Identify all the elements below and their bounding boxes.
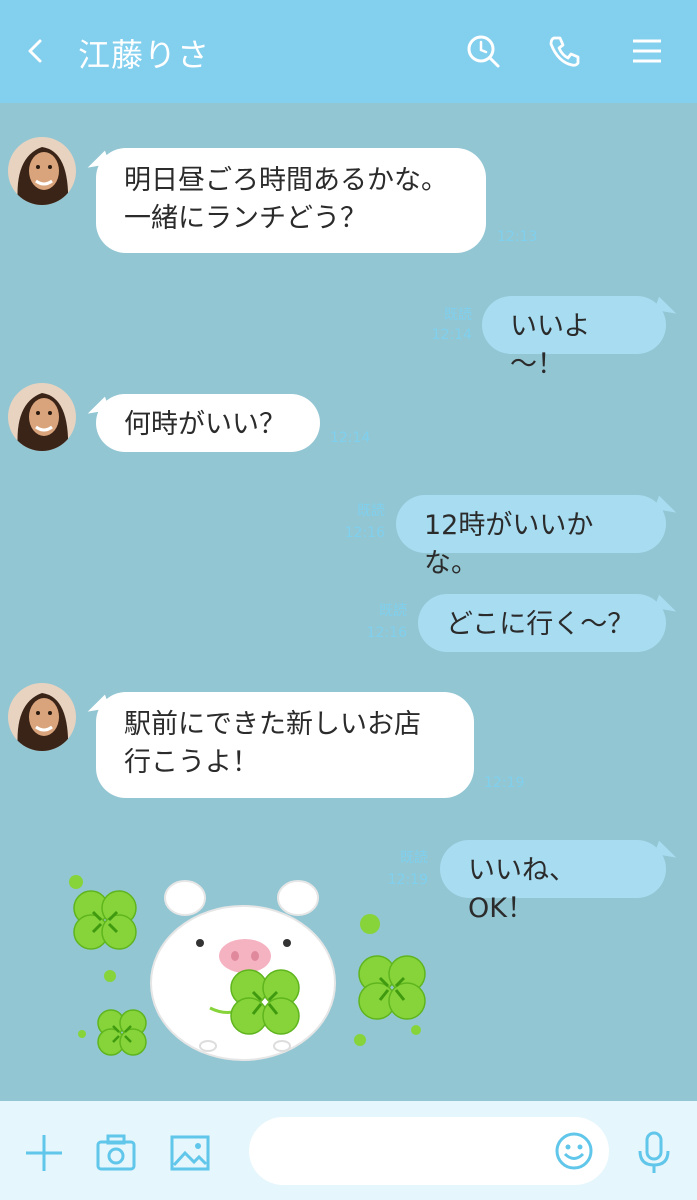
search-icon[interactable] xyxy=(464,32,502,70)
message-time: 12:19 xyxy=(484,775,525,791)
message-time: 12:16 xyxy=(366,625,407,641)
plus-icon[interactable] xyxy=(22,1131,66,1175)
message-bubble-outgoing[interactable]: 12時がいいかな。 xyxy=(396,495,666,579)
message-bubble-outgoing[interactable]: いいね、OK！ xyxy=(440,840,666,924)
read-receipt: 既読 xyxy=(379,603,407,619)
message-text: どこに行く～？ xyxy=(446,609,635,640)
message-time: 12:13 xyxy=(497,229,538,245)
avatar[interactable] xyxy=(8,383,76,451)
message-text-line: 行こうよ！ xyxy=(124,747,259,778)
message-time: 12:14 xyxy=(431,327,472,343)
read-receipt: 既読 xyxy=(444,307,472,323)
chat-header: 江藤りさ xyxy=(0,0,697,103)
message-bubble-incoming[interactable]: 駅前にできた新しいお店 行こうよ！ xyxy=(96,692,474,798)
message-text-line: 一緒にランチどう？ xyxy=(124,203,367,234)
message-text-line: 明日昼ごろ時間あるかな。 xyxy=(124,165,448,196)
message-text: 何時がいい？ xyxy=(124,409,286,440)
back-icon[interactable] xyxy=(22,36,52,66)
message-bubble-outgoing[interactable]: いいよ～！ xyxy=(482,296,666,380)
avatar[interactable] xyxy=(8,683,76,751)
camera-icon[interactable] xyxy=(94,1131,138,1175)
read-receipt: 既読 xyxy=(357,503,385,519)
phone-icon[interactable] xyxy=(546,32,584,70)
message-time: 12:14 xyxy=(330,430,371,446)
message-time: 12:16 xyxy=(344,525,385,541)
chat-title: 江藤りさ xyxy=(78,36,211,74)
message-bubble-outgoing[interactable]: どこに行く～？ xyxy=(418,594,666,652)
emoji-icon[interactable] xyxy=(552,1129,596,1173)
message-text: 12時がいいかな。 xyxy=(424,510,594,579)
read-receipt: 既読 xyxy=(400,850,428,866)
message-bubble-incoming[interactable]: 明日昼ごろ時間あるかな。 一緒にランチどう？ xyxy=(96,148,486,253)
message-text: いいね、OK！ xyxy=(468,855,576,924)
menu-icon[interactable] xyxy=(628,32,666,70)
avatar[interactable] xyxy=(8,137,76,205)
mic-icon[interactable] xyxy=(632,1131,676,1175)
image-icon[interactable] xyxy=(168,1131,212,1175)
message-text: いいよ～！ xyxy=(510,311,591,380)
message-bubble-incoming[interactable]: 何時がいい？ xyxy=(96,394,320,452)
message-text-line: 駅前にできた新しいお店 xyxy=(124,709,421,740)
pig-with-clover-sticker[interactable] xyxy=(60,868,440,1068)
